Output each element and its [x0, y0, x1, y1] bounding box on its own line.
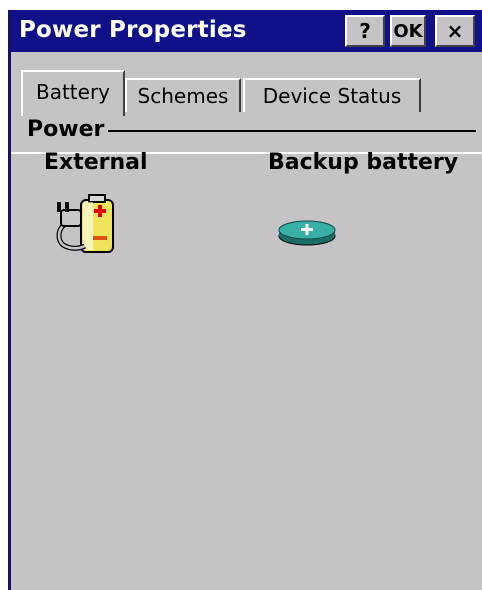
window-title: Power Properties — [19, 17, 247, 43]
backup-battery-label: Backup battery — [268, 150, 459, 175]
plug-battery-icon — [56, 194, 114, 253]
tab-strip: Schemes Device Status Battery — [11, 52, 482, 154]
tab-schemes[interactable]: Schemes — [125, 78, 241, 112]
tab-battery[interactable]: Battery — [21, 70, 125, 116]
coin-battery-icon — [278, 220, 336, 246]
close-button[interactable]: × — [435, 15, 475, 47]
title-bar: Power Properties ? OK × — [11, 10, 482, 52]
ok-button[interactable]: OK — [390, 15, 426, 47]
tab-device-status[interactable]: Device Status — [243, 78, 421, 112]
power-properties-window: Power Properties ? OK × Schemes Device S… — [8, 10, 482, 590]
section-divider — [101, 130, 476, 132]
power-section-label: Power — [27, 117, 109, 142]
external-label: External — [44, 150, 148, 175]
help-button[interactable]: ? — [345, 15, 385, 47]
